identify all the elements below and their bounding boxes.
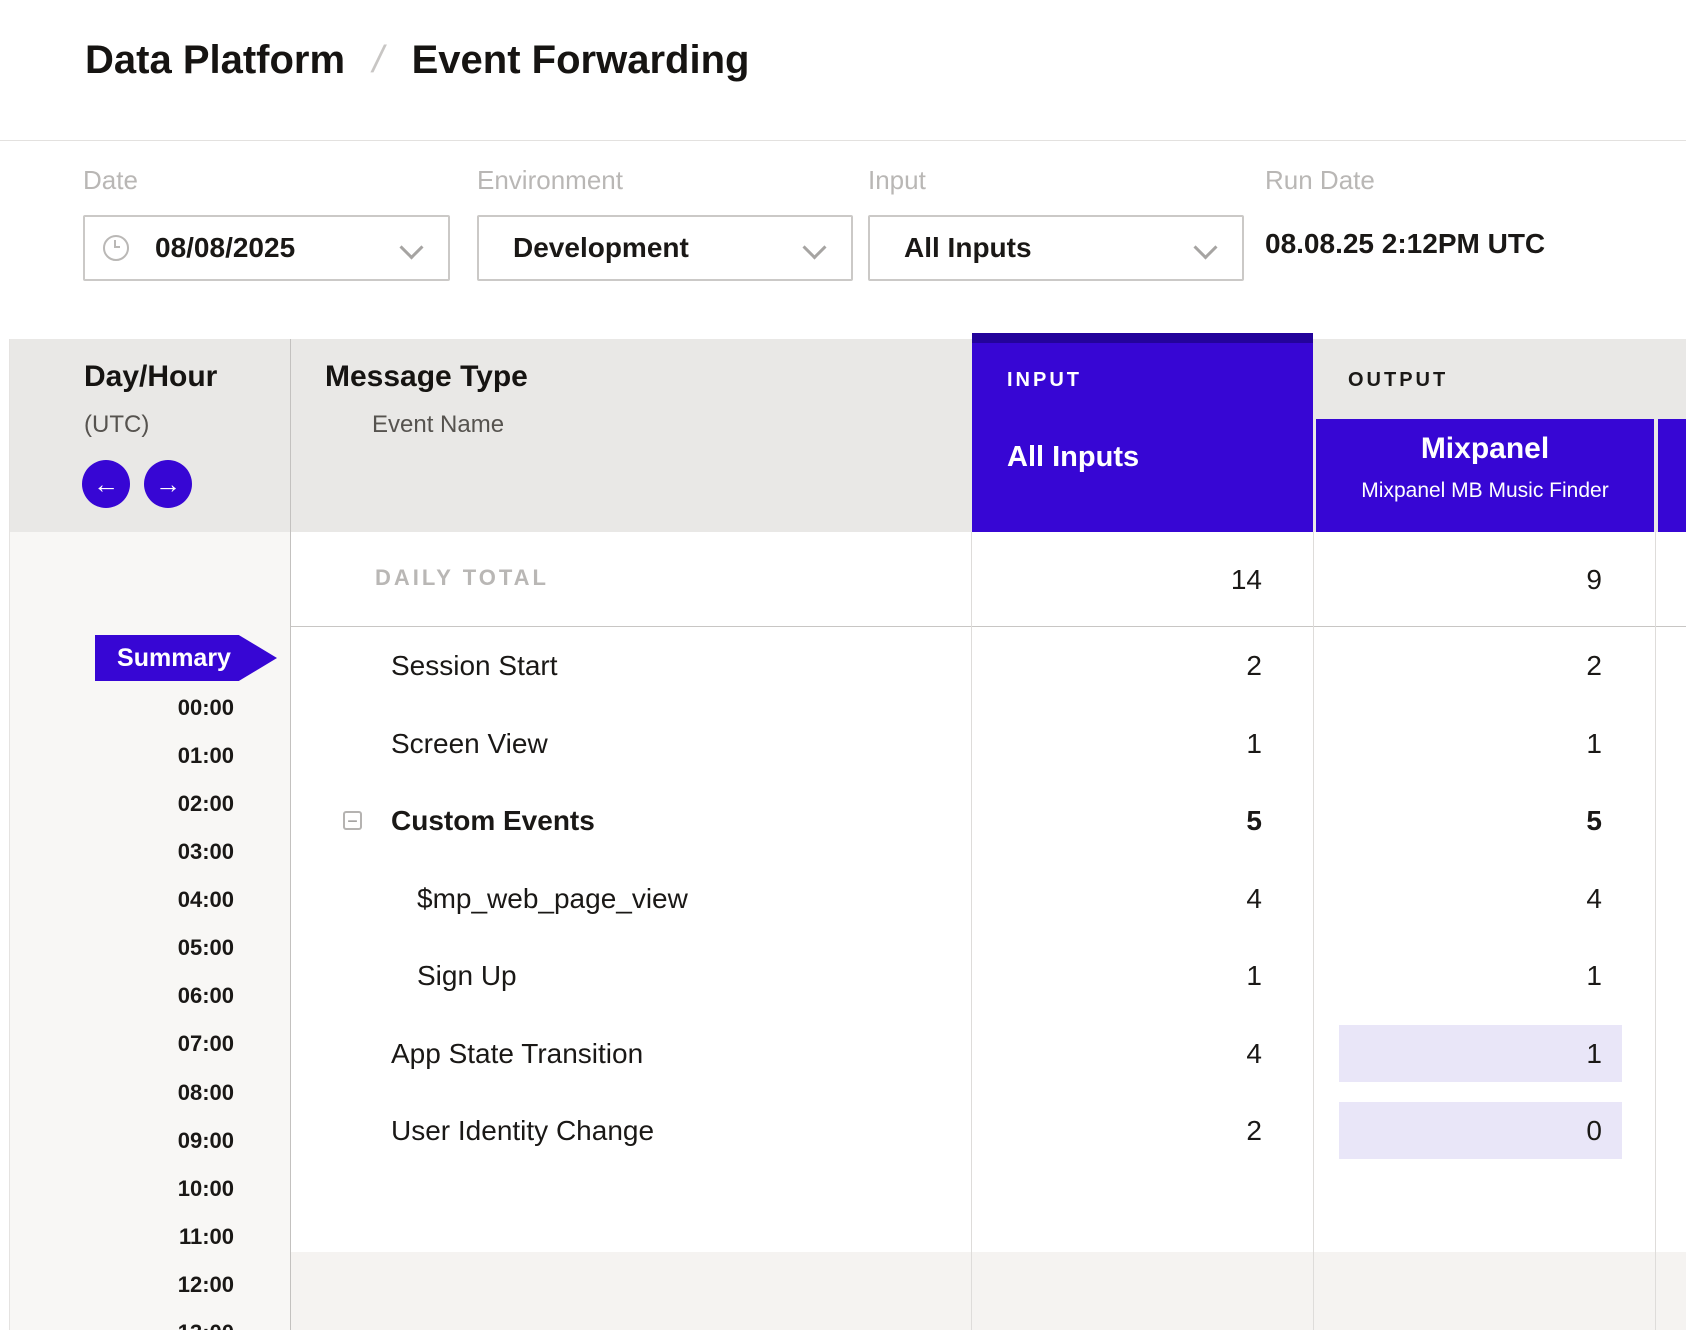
event-name: Session Start — [391, 627, 558, 705]
input-count: 2 — [1000, 627, 1262, 705]
table-row-mp-web-page-view: $mp_web_page_view 4 4 — [290, 860, 1686, 938]
daily-total-row: DAILY TOTAL 14 9 — [290, 532, 1686, 627]
table-row-sign-up: Sign Up 1 1 — [290, 937, 1686, 1015]
output-column-subtitle: Mixpanel MB Music Finder — [1316, 479, 1654, 503]
hour-row-09[interactable]: 09:00 — [90, 1126, 234, 1156]
hour-row-04[interactable]: 04:00 — [90, 885, 234, 915]
event-name: User Identity Change — [391, 1092, 654, 1170]
day-hour-column-subtitle: (UTC) — [84, 411, 149, 439]
column-divider-input-output — [1313, 532, 1314, 1330]
hour-row-08[interactable]: 08:00 — [90, 1078, 234, 1108]
input-column-header[interactable]: INPUT All Inputs — [972, 333, 1313, 532]
message-type-column-title: Message Type — [325, 360, 528, 394]
input-filter: Input All Inputs — [868, 141, 1248, 339]
output-count: 1 — [1340, 937, 1602, 1015]
environment-dropdown[interactable]: Development — [477, 215, 853, 281]
input-count: 4 — [1000, 1015, 1262, 1093]
hour-row-03[interactable]: 03:00 — [90, 837, 234, 867]
output-column-header-next-partial[interactable] — [1658, 419, 1686, 532]
hour-row-06[interactable]: 06:00 — [90, 981, 234, 1011]
hour-row-02[interactable]: 02:00 — [90, 789, 234, 819]
input-count: 1 — [1000, 705, 1262, 783]
hour-row-00[interactable]: 00:00 — [90, 693, 234, 723]
event-name: Custom Events — [391, 782, 595, 860]
top-bar: Data Platform / Event Forwarding — [0, 0, 1686, 141]
clock-icon — [103, 235, 129, 261]
sidebar-divider-line — [290, 339, 291, 1330]
breadcrumb: Data Platform / Event Forwarding — [85, 20, 749, 100]
column-divider-message-input — [971, 532, 972, 1330]
chevron-down-icon — [802, 235, 826, 259]
filter-bar: Date 08/08/2025 Environment Development … — [0, 141, 1686, 339]
output-count-highlighted: 0 — [1339, 1102, 1622, 1159]
chevron-down-icon — [1193, 235, 1217, 259]
input-count: 1 — [1000, 937, 1262, 1015]
input-section-label: INPUT — [1007, 369, 1082, 392]
hour-row-10[interactable]: 10:00 — [90, 1174, 234, 1204]
input-column-selected-strip — [972, 333, 1313, 343]
input-filter-label: Input — [868, 165, 926, 196]
table-footer-band — [290, 1252, 1686, 1330]
date-dropdown[interactable]: 08/08/2025 — [83, 215, 450, 281]
breadcrumb-separator-icon: / — [368, 39, 388, 82]
input-count: 4 — [1000, 860, 1262, 938]
next-day-button[interactable]: → — [144, 460, 192, 508]
hour-row-07[interactable]: 07:00 — [90, 1029, 234, 1059]
minus-icon: − — [347, 812, 358, 830]
output-count-highlighted: 1 — [1339, 1025, 1622, 1082]
output-section-label: OUTPUT — [1348, 369, 1448, 392]
output-count: 4 — [1340, 860, 1602, 938]
event-name: $mp_web_page_view — [417, 860, 688, 938]
table-row-custom-events: − Custom Events 5 5 — [290, 782, 1686, 860]
hour-row-01[interactable]: 01:00 — [90, 741, 234, 771]
input-count: 5 — [1000, 782, 1262, 860]
date-filter: Date 08/08/2025 — [83, 141, 463, 339]
daily-total-input-value: 14 — [1000, 532, 1262, 627]
input-column-name: All Inputs — [1007, 441, 1139, 474]
summary-row-selector[interactable]: Summary — [95, 635, 277, 681]
environment-filter-label: Environment — [477, 165, 623, 196]
run-date-label: Run Date — [1265, 165, 1375, 196]
input-count: 2 — [1000, 1092, 1262, 1170]
input-dropdown[interactable]: All Inputs — [868, 215, 1244, 281]
output-column-header-mixpanel[interactable]: Mixpanel Mixpanel MB Music Finder — [1316, 419, 1654, 532]
date-filter-label: Date — [83, 165, 138, 196]
hour-row-11[interactable]: 11:00 — [90, 1222, 234, 1252]
day-hour-column-title: Day/Hour — [84, 360, 217, 394]
event-name: App State Transition — [391, 1015, 643, 1093]
environment-dropdown-value: Development — [513, 232, 689, 264]
chevron-down-icon — [399, 235, 423, 259]
page-title: Event Forwarding — [412, 38, 750, 83]
event-forwarding-screen: Data Platform / Event Forwarding Date 08… — [0, 0, 1686, 1330]
daily-total-label: DAILY TOTAL — [375, 565, 549, 591]
breadcrumb-section-link[interactable]: Data Platform — [85, 38, 345, 83]
day-hour-sidebar: Summary 00:00 01:00 02:00 03:00 04:00 05… — [10, 532, 290, 1330]
previous-day-button[interactable]: ← — [82, 460, 130, 508]
table-row-user-identity-change: User Identity Change 2 0 — [290, 1092, 1686, 1170]
arrow-right-icon: → — [155, 469, 181, 500]
input-dropdown-value: All Inputs — [904, 232, 1032, 264]
table-row-screen-view: Screen View 1 1 — [290, 705, 1686, 783]
environment-filter: Environment Development — [477, 141, 857, 339]
date-dropdown-value: 08/08/2025 — [155, 232, 295, 264]
run-date-value: 08.08.25 2:12PM UTC — [1265, 228, 1545, 260]
arrow-left-icon: ← — [93, 469, 119, 500]
output-count: 5 — [1340, 782, 1602, 860]
event-name-column-subtitle: Event Name — [372, 411, 504, 439]
table-row-session-start: Session Start 2 2 — [290, 627, 1686, 705]
collapse-toggle[interactable]: − — [343, 811, 362, 830]
hour-row-13[interactable]: 13:00 — [90, 1318, 234, 1330]
event-name: Screen View — [391, 705, 548, 783]
run-date-group: Run Date 08.08.25 2:12PM UTC — [1265, 141, 1685, 339]
output-count: 1 — [1340, 705, 1602, 783]
hour-row-12[interactable]: 12:00 — [90, 1270, 234, 1300]
event-name: Sign Up — [417, 937, 517, 1015]
output-count: 2 — [1340, 627, 1602, 705]
column-divider-output-next — [1655, 532, 1656, 1330]
table-row-app-state-transition: App State Transition 4 1 — [290, 1015, 1686, 1093]
hour-row-05[interactable]: 05:00 — [90, 933, 234, 963]
daily-total-output-value: 9 — [1340, 532, 1602, 627]
table-header: Day/Hour (UTC) ← → Message Type Event Na… — [10, 339, 1686, 532]
output-column-name: Mixpanel — [1316, 432, 1654, 466]
